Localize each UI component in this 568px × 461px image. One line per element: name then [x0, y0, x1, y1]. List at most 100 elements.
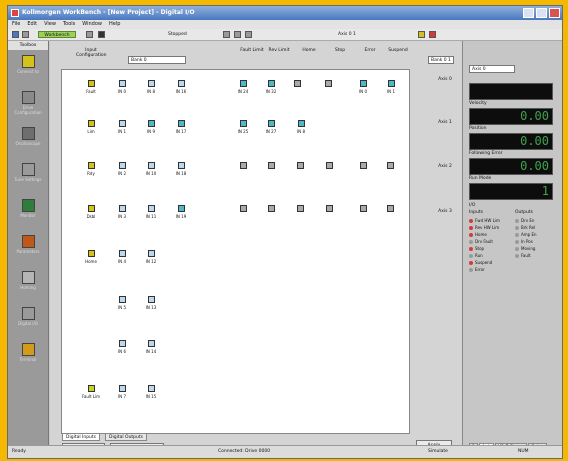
input-cell[interactable]: IN 7 [111, 385, 133, 399]
application-window: Kollmorgen WorkBench - [New Project] - D… [7, 5, 563, 459]
input-function-dsbl[interactable]: Dsbl [80, 205, 102, 219]
empty-slot[interactable] [326, 162, 333, 169]
nav-homing[interactable]: Homing [12, 269, 44, 297]
input-cell[interactable]: IN 16 [170, 80, 192, 94]
minimize-button[interactable] [523, 8, 534, 18]
input-cell[interactable]: IN 0 [111, 80, 133, 94]
input-function-home[interactable]: Home [80, 250, 102, 264]
input-cell[interactable]: IN 17 [170, 120, 192, 134]
output-indicator: Moving [515, 246, 535, 251]
nav-tune-settings[interactable]: Tune Settings [12, 161, 44, 189]
play-icon[interactable] [86, 31, 93, 38]
cell-label: IN 8 [297, 129, 305, 134]
axis-select[interactable]: Axis 0 [469, 65, 515, 73]
cell-label: IN 15 [145, 394, 157, 399]
input-cell[interactable]: IN 18 [170, 162, 192, 176]
input-cell[interactable]: IN 12 [140, 250, 162, 264]
input-cell[interactable]: IN 8 [290, 120, 312, 134]
input-cell[interactable]: IN 1 [111, 120, 133, 134]
toolbox-header: Toolbox [8, 41, 48, 50]
stop-icon[interactable] [98, 31, 105, 38]
lcd-display [469, 83, 553, 100]
menu-view[interactable]: View [44, 20, 56, 29]
empty-slot[interactable] [360, 162, 367, 169]
input-cell[interactable]: IN 4 [111, 250, 133, 264]
empty-slot[interactable] [360, 205, 367, 212]
menu-file[interactable]: File [12, 20, 20, 29]
input-cell[interactable]: IN 8 [140, 80, 162, 94]
settings-icon[interactable] [245, 31, 252, 38]
input-icon [147, 120, 155, 127]
input-function-rdy[interactable]: Rdy [80, 162, 102, 176]
input-cell[interactable]: IN 25 [232, 120, 254, 134]
menu-edit[interactable]: Edit [27, 20, 37, 29]
empty-slot[interactable] [387, 162, 394, 169]
empty-slot[interactable] [240, 205, 247, 212]
menu-window[interactable]: Window [82, 20, 102, 29]
input-icon [147, 162, 155, 169]
cell-label: IN 24 [237, 89, 249, 94]
cell-label: IN 4 [118, 259, 126, 264]
input-indicator: Drv Fault [469, 239, 493, 244]
input-cell[interactable]: IN 15 [140, 385, 162, 399]
bank-select-right[interactable]: Bank 0 1 [428, 56, 454, 64]
new-icon[interactable] [12, 31, 19, 38]
close-button[interactable] [549, 8, 560, 18]
input-cell[interactable]: IN 3 [111, 205, 133, 219]
input-cell[interactable]: IN 1 [380, 80, 402, 94]
input-cell[interactable]: IN 24 [232, 80, 254, 94]
home-icon[interactable] [234, 31, 241, 38]
velocity-label: Velocity [469, 101, 487, 106]
input-cell[interactable]: IN 2 [111, 162, 133, 176]
help-icon[interactable] [418, 31, 425, 38]
input-cell[interactable]: IN 14 [140, 340, 162, 354]
input-cell[interactable]: IN 5 [111, 296, 133, 310]
cell-label: Lim [87, 129, 95, 134]
empty-slot[interactable] [268, 205, 275, 212]
nav-terminal[interactable]: Terminal [12, 341, 44, 369]
empty-slot[interactable] [325, 80, 332, 87]
nav-monitor[interactable]: Monitor [12, 197, 44, 225]
input-function-lim[interactable]: Lim [80, 120, 102, 134]
menu-help[interactable]: Help [109, 20, 120, 29]
input-function-fault[interactable]: Fault [80, 80, 102, 94]
input-icon [118, 296, 126, 303]
empty-slot[interactable] [387, 205, 394, 212]
nav-drive-configuration[interactable]: Drive Configuration [12, 89, 44, 117]
nav-digital-io[interactable]: Digital I/O [12, 305, 44, 333]
input-cell[interactable]: IN 0 [352, 80, 374, 94]
input-function-fault-lim[interactable]: Fault Lim [80, 385, 102, 399]
tab-digital-outputs[interactable]: Digital Outputs [105, 433, 148, 441]
input-cell[interactable]: IN 11 [140, 205, 162, 219]
empty-slot[interactable] [297, 162, 304, 169]
input-cell[interactable]: IN 9 [140, 120, 162, 134]
input-cell[interactable]: IN 19 [170, 205, 192, 219]
input-cell[interactable]: IN 6 [111, 340, 133, 354]
input-cell[interactable]: IN 27 [260, 120, 282, 134]
input-icon [177, 162, 185, 169]
axis-indicator: Axis 0 1 [338, 32, 356, 37]
input-cell[interactable]: IN 10 [140, 162, 162, 176]
maximize-button[interactable] [536, 8, 547, 18]
nav-parameters[interactable]: Parameters [12, 233, 44, 261]
menu-bar: File Edit View Tools Window Help [8, 20, 562, 29]
jog-icon[interactable] [223, 31, 230, 38]
nav-oscilloscope[interactable]: Oscilloscope [12, 125, 44, 153]
empty-slot[interactable] [240, 162, 247, 169]
following-error-display: 0.00 [469, 158, 553, 175]
emergency-stop-icon[interactable] [429, 31, 436, 38]
parameters-icon [21, 235, 35, 248]
nav-connect[interactable]: Connect to [12, 53, 44, 81]
empty-slot[interactable] [326, 205, 333, 212]
empty-slot[interactable] [294, 80, 301, 87]
menu-tools[interactable]: Tools [63, 20, 75, 29]
empty-slot[interactable] [268, 162, 275, 169]
bank-select-left[interactable]: Bank 0 [128, 56, 186, 64]
input-cell[interactable]: IN 32 [260, 80, 282, 94]
input-cell[interactable]: IN 13 [140, 296, 162, 310]
open-icon[interactable] [22, 31, 29, 38]
output-indicator: Amp En [515, 232, 537, 237]
axis-label: Axis 2 [438, 164, 452, 169]
empty-slot[interactable] [297, 205, 304, 212]
tab-digital-inputs[interactable]: Digital Inputs [62, 433, 101, 441]
